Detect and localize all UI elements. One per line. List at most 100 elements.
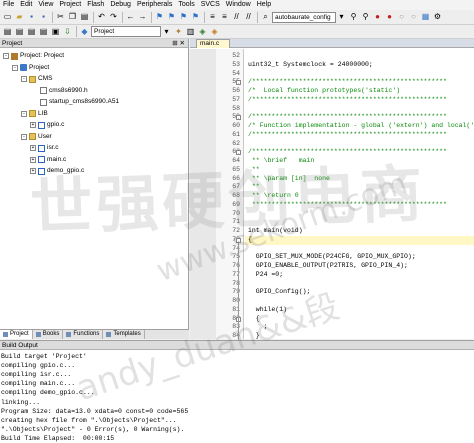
- code-line[interactable]: while(1): [248, 306, 287, 315]
- find-icon[interactable]: ⚲: [348, 12, 359, 23]
- expand-icon[interactable]: +: [30, 156, 36, 163]
- copy-icon[interactable]: ❐: [67, 12, 78, 23]
- code-line[interactable]: /***************************************…: [248, 113, 447, 122]
- tab-functions[interactable]: Functions: [63, 330, 104, 339]
- menu-window[interactable]: Window: [223, 0, 254, 10]
- menu-edit[interactable]: Edit: [17, 0, 35, 10]
- code-line[interactable]: {: [248, 315, 260, 324]
- file-extensions-icon[interactable]: ▥: [185, 26, 196, 37]
- editor-gutter[interactable]: [190, 49, 216, 339]
- download-icon[interactable]: ⇩: [62, 26, 73, 37]
- tree-item[interactable]: + main.c: [30, 155, 66, 165]
- nav-forward-icon[interactable]: →: [137, 12, 148, 23]
- nav-back-icon[interactable]: ←: [125, 12, 136, 23]
- collapse-icon[interactable]: -: [21, 76, 27, 82]
- combo-dropdown-icon[interactable]: ▾: [336, 12, 347, 23]
- tree-item[interactable]: startup_cms8s6990.A51: [30, 97, 119, 107]
- expand-icon[interactable]: +: [30, 168, 36, 174]
- tab-templates[interactable]: Templates: [103, 330, 145, 339]
- menu-file[interactable]: File: [0, 0, 17, 10]
- fold-icon[interactable]: -: [236, 80, 241, 86]
- tree-item[interactable]: - Project: [12, 63, 49, 73]
- unindent-icon[interactable]: ≡: [219, 12, 230, 23]
- tab-books[interactable]: Books: [33, 330, 64, 339]
- collapse-icon[interactable]: -: [21, 133, 27, 140]
- tree-item[interactable]: - Project: Project: [3, 51, 64, 61]
- indent-icon[interactable]: ≡: [207, 12, 218, 23]
- open-folder-icon[interactable]: ▰: [14, 12, 25, 23]
- code-line[interactable]: **: [248, 183, 260, 192]
- menu-project[interactable]: Project: [56, 0, 84, 10]
- tree-item[interactable]: - User: [21, 132, 52, 142]
- tree-item[interactable]: - LIB: [21, 109, 48, 119]
- config-icon[interactable]: ⚙: [432, 12, 443, 23]
- code-line[interactable]: /* Function implementation - global ('ex…: [248, 122, 474, 131]
- code-line[interactable]: ** \param [in] none: [248, 175, 330, 184]
- project-combo[interactable]: Project: [91, 26, 161, 37]
- rebuild-icon[interactable]: ▤: [26, 26, 37, 37]
- save-icon[interactable]: ▪: [26, 12, 37, 23]
- comment-icon[interactable]: //: [231, 12, 242, 23]
- batch-build-icon[interactable]: ▤: [38, 26, 49, 37]
- incremental-find-icon[interactable]: ⚲: [360, 12, 371, 23]
- code-line[interactable]: int main(void): [248, 227, 303, 236]
- target-options-icon[interactable]: ✦: [173, 26, 184, 37]
- debug-start-icon[interactable]: ●: [372, 12, 383, 23]
- redo-icon[interactable]: ↷: [108, 12, 119, 23]
- menu-tools[interactable]: Tools: [175, 0, 197, 10]
- tab-project[interactable]: Project: [0, 330, 33, 339]
- menu-help[interactable]: Help: [254, 0, 274, 10]
- expand-icon[interactable]: +: [30, 145, 36, 151]
- build-icon[interactable]: ▤: [14, 26, 25, 37]
- new-file-icon[interactable]: ▭: [2, 12, 13, 23]
- panel-close-icon[interactable]: ⊞ ✕: [172, 39, 188, 47]
- fold-icon[interactable]: -: [236, 115, 241, 121]
- tree-item[interactable]: + isr.c: [30, 143, 59, 153]
- tree-item[interactable]: - CMS: [21, 74, 52, 84]
- code-line[interactable]: /***************************************…: [248, 148, 447, 157]
- code-line[interactable]: /***************************************…: [248, 131, 447, 140]
- menu-peripherals[interactable]: Peripherals: [134, 0, 175, 10]
- menu-view[interactable]: View: [35, 0, 56, 10]
- expand-icon[interactable]: +: [30, 122, 36, 128]
- tree-item[interactable]: + gpio.c: [30, 120, 64, 130]
- prev-bookmark-icon[interactable]: ⚑: [166, 12, 177, 23]
- code-line[interactable]: ****************************************…: [248, 201, 447, 210]
- window-layout-icon[interactable]: ▦: [420, 12, 431, 23]
- code-line[interactable]: ** \brief main: [248, 157, 314, 166]
- code-line[interactable]: GPIO_SET_MUX_MODE(P24CFG, GPIO_MUX_GPIO)…: [248, 253, 416, 262]
- code-line[interactable]: /* Local function prototypes('static'): [248, 87, 400, 96]
- tree-item[interactable]: + demo_gpio.c: [30, 166, 84, 176]
- collapse-icon[interactable]: -: [12, 64, 18, 71]
- target-combo[interactable]: autobaurate_config: [272, 11, 336, 23]
- code-line[interactable]: GPIO_ENABLE_OUTPUT(P2TRIS, GPIO_PIN_4);: [248, 262, 408, 271]
- clear-bookmarks-icon[interactable]: ⚑: [190, 12, 201, 23]
- menu-svcs[interactable]: SVCS: [198, 0, 223, 10]
- code-line[interactable]: {: [248, 236, 252, 245]
- undo-icon[interactable]: ↶: [96, 12, 107, 23]
- collapse-icon[interactable]: -: [3, 53, 9, 59]
- code-line[interactable]: uint32_t Systemclock = 24000000;: [248, 61, 373, 70]
- bookmark-icon[interactable]: ⚑: [154, 12, 165, 23]
- paste-icon[interactable]: ▤: [79, 12, 90, 23]
- code-line[interactable]: ;: [248, 323, 268, 332]
- code-line[interactable]: /***************************************…: [248, 78, 447, 87]
- translate-icon[interactable]: ▤: [2, 26, 13, 37]
- tab-main-c[interactable]: main.c: [196, 39, 231, 48]
- collapse-icon[interactable]: -: [21, 110, 27, 117]
- uncomment-icon[interactable]: //: [243, 12, 254, 23]
- fold-icon[interactable]: -: [236, 150, 241, 156]
- code-editor[interactable]: main.c 525354555657585960616263646566676…: [190, 39, 474, 348]
- code-line[interactable]: ** \return 0: [248, 192, 299, 201]
- next-bookmark-icon[interactable]: ⚑: [178, 12, 189, 23]
- cut-icon[interactable]: ✂: [55, 12, 66, 23]
- manage-components-icon[interactable]: ◈: [197, 26, 208, 37]
- breakpoint-icon[interactable]: ●: [384, 12, 395, 23]
- code-line[interactable]: P24 =0;: [248, 271, 283, 280]
- save-all-icon[interactable]: ▪: [38, 12, 49, 23]
- breakpoint-disable-icon[interactable]: ○: [396, 12, 407, 23]
- code-line[interactable]: GPIO_Config();: [248, 288, 311, 297]
- find-in-files-icon[interactable]: ⌕: [260, 12, 271, 23]
- code-line[interactable]: /***************************************…: [248, 96, 447, 105]
- menu-debug[interactable]: Debug: [107, 0, 134, 10]
